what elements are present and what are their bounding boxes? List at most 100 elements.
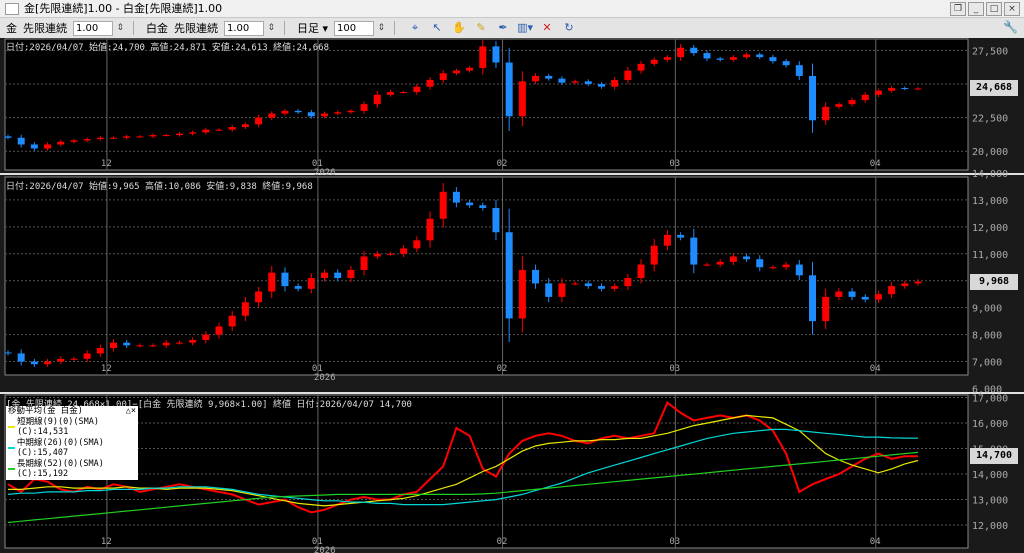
legend-title: 移動平均(金 白金) xyxy=(8,406,83,416)
candle xyxy=(386,253,394,255)
candle xyxy=(228,127,236,130)
legend-controls-icon[interactable]: △× xyxy=(126,406,136,417)
bar-count-stepper[interactable]: 100 xyxy=(334,20,385,36)
minimize-button[interactable]: _ xyxy=(968,2,984,16)
candle xyxy=(70,358,78,360)
candle xyxy=(637,63,645,71)
candle xyxy=(96,348,104,354)
candle xyxy=(321,272,329,279)
candle xyxy=(439,191,447,219)
candle xyxy=(228,315,236,327)
indicator-legend[interactable]: 移動平均(金 白金) △× 短期線(9)(0)(SMA)(C):14,531 中期… xyxy=(6,406,138,480)
candle xyxy=(44,361,52,365)
candle xyxy=(360,256,368,270)
candle xyxy=(518,81,526,117)
platinum-ohlc-info: 日付:2026/04/07 始値:9,965 高値:10,086 安値:9,83… xyxy=(6,182,313,192)
period-dropdown[interactable]: 日足 ▾ xyxy=(297,20,328,36)
delete-line-icon[interactable]: ✕ xyxy=(539,20,555,36)
candle xyxy=(584,283,592,287)
candle xyxy=(729,256,737,262)
y-tick-label: 22,500 xyxy=(972,114,1008,125)
candle xyxy=(888,88,896,91)
candle xyxy=(716,58,724,60)
candle xyxy=(835,291,843,297)
x-year-label: 2026 xyxy=(314,546,336,553)
candle xyxy=(769,57,777,62)
candle xyxy=(439,73,447,80)
settings-wrench-icon[interactable]: 🔧 xyxy=(1003,20,1018,34)
cursor-icon[interactable]: ⌖ xyxy=(407,20,423,36)
candle xyxy=(334,272,342,279)
toolbar: 金 先限連続 1.00 白金 先限連続 1.00 日足 ▾ 100 ⌖ ↖ ✋ … xyxy=(0,18,1024,38)
candle xyxy=(57,141,65,145)
candle xyxy=(4,136,12,138)
x-tick-label: 02 xyxy=(497,159,508,169)
candle xyxy=(294,286,302,289)
chart-app-icon xyxy=(5,3,19,15)
restore-window-icon[interactable]: ❐ xyxy=(950,2,966,16)
candle xyxy=(162,342,170,346)
candle xyxy=(241,302,249,316)
candle xyxy=(901,283,909,287)
x-tick-label: 03 xyxy=(669,537,680,547)
candle xyxy=(281,110,289,114)
candle xyxy=(532,75,540,82)
candle xyxy=(769,267,777,269)
y-tick-label: 27,500 xyxy=(972,46,1008,57)
candle xyxy=(690,237,698,265)
candle xyxy=(4,352,12,354)
candle xyxy=(571,81,579,83)
candle xyxy=(808,275,816,322)
candle xyxy=(597,286,605,289)
legend-long-sma: 長期線(52)(0)(SMA)(C):15,192 xyxy=(16,458,104,480)
candle xyxy=(281,272,289,287)
divider xyxy=(284,21,285,35)
panel-divider xyxy=(0,392,1024,394)
x-year-label: 2026 xyxy=(314,373,336,383)
pencil-icon[interactable]: ✎ xyxy=(473,20,489,36)
candle xyxy=(505,62,513,117)
bar-chart-icon[interactable]: ▥▾ xyxy=(517,20,533,36)
plot-area xyxy=(4,176,969,376)
hand-icon[interactable]: ✋ xyxy=(451,20,467,36)
candle xyxy=(466,202,474,206)
gold-ohlc-info: 日付:2026/04/07 始値:24,700 高値:24,871 安値:24,… xyxy=(6,43,329,53)
candle xyxy=(189,132,197,134)
candle xyxy=(413,86,421,93)
select-icon[interactable]: ↖ xyxy=(429,20,445,36)
y-tick-label: 7,000 xyxy=(972,358,1002,369)
candle xyxy=(466,67,474,71)
multiplier1-stepper[interactable]: 1.00 xyxy=(73,20,124,36)
candle xyxy=(874,90,882,95)
charts-svg[interactable]: 20,00022,50025,00027,500120120260203046,… xyxy=(0,38,1024,553)
candle xyxy=(452,70,460,74)
maximize-button[interactable]: □ xyxy=(986,2,1002,16)
draw-icon[interactable]: ✒ xyxy=(495,20,511,36)
candle xyxy=(17,137,25,145)
candle xyxy=(400,92,408,94)
candle xyxy=(123,136,131,138)
candle xyxy=(822,106,830,121)
candle xyxy=(914,88,922,90)
candle xyxy=(202,334,210,340)
candle xyxy=(373,253,381,257)
symbol2-label: 白金 xyxy=(146,22,168,35)
candle xyxy=(545,75,553,79)
candle xyxy=(17,353,25,362)
candle xyxy=(294,110,302,113)
candle xyxy=(532,269,540,284)
y-tick-label: 13,000 xyxy=(972,196,1008,207)
y-tick-label: 12,000 xyxy=(972,521,1008,532)
refresh-icon[interactable]: ↻ xyxy=(561,20,577,36)
y-tick-label: 14,000 xyxy=(972,470,1008,481)
contract1-label: 先限連続 xyxy=(23,22,67,35)
x-tick-label: 12 xyxy=(101,364,112,374)
multiplier2-stepper[interactable]: 1.00 xyxy=(224,20,275,36)
short-sma-swatch xyxy=(8,426,16,428)
close-button[interactable]: × xyxy=(1004,2,1020,16)
candle xyxy=(400,248,408,254)
x-tick-label: 12 xyxy=(101,159,112,169)
candle xyxy=(241,124,249,128)
long-sma-swatch xyxy=(8,468,15,470)
candle xyxy=(175,342,183,344)
